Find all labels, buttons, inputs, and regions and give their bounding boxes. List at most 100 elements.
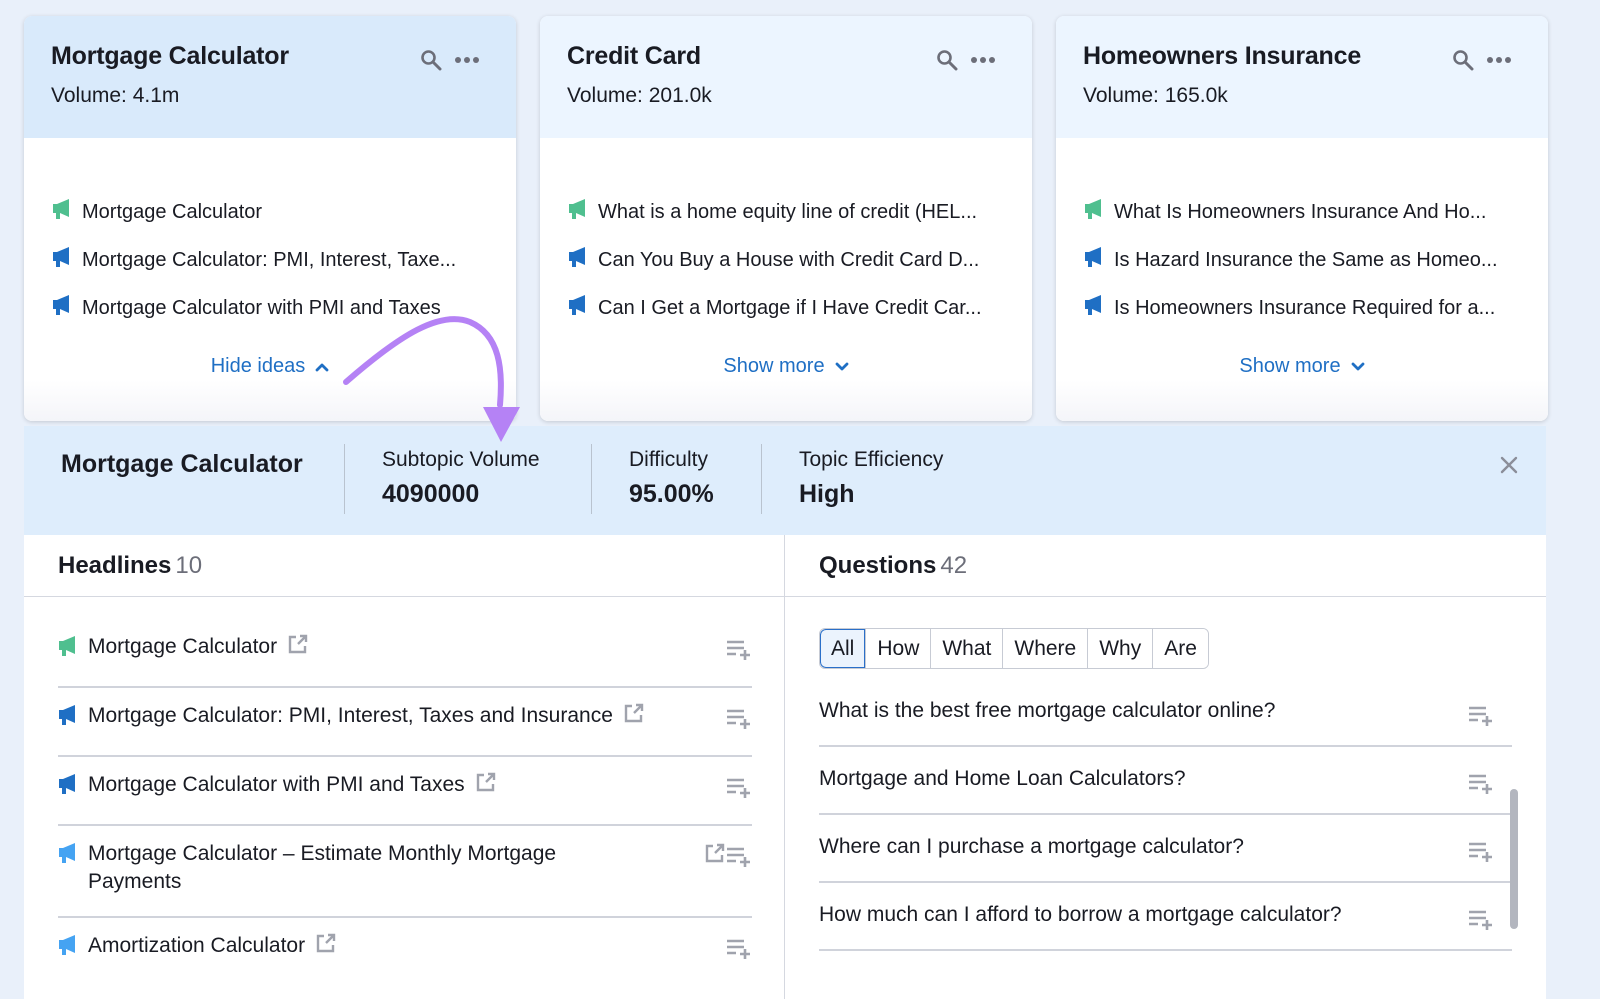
- more-options-icon[interactable]: [454, 56, 480, 64]
- question-filter-tabs: All How What Where Why Are: [819, 628, 1209, 669]
- questions-column: Questions 42 All How What Where Why Are What i…: [785, 535, 1546, 999]
- add-to-list-icon[interactable]: [1468, 909, 1494, 937]
- megaphone-blue-icon: [568, 246, 588, 274]
- card-volume: Volume: 165.0k: [1083, 84, 1228, 107]
- megaphone-blue-icon: [1084, 294, 1104, 322]
- metric-label: Topic Efficiency: [799, 448, 944, 471]
- add-to-list-icon[interactable]: [726, 938, 752, 968]
- headline-text: Amortization Calculator: [88, 934, 306, 957]
- card-header: Credit Card Volume: 201.0k: [540, 16, 1032, 138]
- add-to-list-icon[interactable]: [1468, 773, 1494, 801]
- idea-item[interactable]: Is Hazard Insurance the Same as Homeo...: [1084, 236, 1520, 284]
- search-icon[interactable]: [936, 49, 958, 71]
- idea-text: Is Hazard Insurance the Same as Homeo...: [1114, 248, 1498, 271]
- topic-card-homeowners-insurance[interactable]: Homeowners Insurance Volume: 165.0k What…: [1056, 16, 1548, 421]
- card-header: Homeowners Insurance Volume: 165.0k: [1056, 16, 1548, 138]
- external-link-icon[interactable]: [287, 633, 309, 663]
- filter-tab-are[interactable]: Are: [1152, 629, 1208, 668]
- headline-text: Mortgage Calculator – Estimate Monthly M…: [88, 842, 557, 893]
- add-to-list-icon[interactable]: [726, 777, 752, 807]
- question-text: Mortgage and Home Loan Calculators?: [819, 767, 1186, 790]
- megaphone-blue-icon: [52, 246, 72, 274]
- close-icon[interactable]: [1500, 456, 1518, 479]
- question-item: How much can I afford to borrow a mortga…: [819, 883, 1512, 951]
- show-more-button[interactable]: Show more: [1056, 339, 1548, 421]
- metric-label: Subtopic Volume: [382, 448, 540, 471]
- add-to-list-icon[interactable]: [726, 639, 752, 669]
- add-to-list-icon[interactable]: [726, 708, 752, 738]
- megaphone-green-icon: [568, 198, 588, 226]
- chevron-down-icon: [825, 355, 849, 378]
- headline-item: Mortgage Calculator: PMI, Interest, Taxe…: [58, 688, 752, 757]
- toggle-label[interactable]: Show more: [723, 355, 824, 378]
- filter-tab-how[interactable]: How: [865, 629, 931, 668]
- external-link-icon[interactable]: [623, 702, 645, 732]
- add-to-list-icon[interactable]: [1468, 705, 1494, 733]
- external-link-icon[interactable]: [475, 771, 497, 801]
- topic-card-credit-card[interactable]: Credit Card Volume: 201.0k What is a hom…: [540, 16, 1032, 421]
- megaphone-blue-icon: [52, 294, 72, 322]
- headline-text: Mortgage Calculator: PMI, Interest, Taxe…: [88, 704, 613, 727]
- card-ideas: What Is Homeowners Insurance And Ho... Is…: [1056, 138, 1548, 332]
- headlines-title: Headlines: [58, 552, 172, 579]
- megaphone-blue-icon: [568, 294, 588, 322]
- show-more-button[interactable]: Show more: [540, 339, 1032, 421]
- idea-text: What is a home equity line of credit (HE…: [598, 200, 978, 223]
- headlines-column: Headlines 10 Mortgage Calculator Mortgage …: [24, 535, 785, 999]
- idea-text: What Is Homeowners Insurance And Ho...: [1114, 200, 1487, 223]
- more-options-icon[interactable]: [970, 56, 996, 64]
- toggle-label[interactable]: Show more: [1239, 355, 1340, 378]
- question-item: Mortgage and Home Loan Calculators?: [819, 747, 1512, 815]
- headline-text: Mortgage Calculator: [88, 635, 278, 658]
- headline-item: Amortization Calculator: [58, 918, 752, 987]
- topic-card-mortgage-calculator[interactable]: Mortgage Calculator Volume: 4.1m Mortgag…: [24, 16, 516, 421]
- external-link-icon[interactable]: [315, 932, 337, 962]
- metric-value: High: [799, 480, 855, 508]
- metric-label: Difficulty: [629, 448, 708, 471]
- idea-text: Is Homeowners Insurance Required for a..…: [1114, 296, 1496, 319]
- megaphone-light-blue-icon: [58, 842, 78, 872]
- headlines-list: Mortgage Calculator Mortgage Calculator: …: [24, 619, 784, 987]
- chevron-up-icon: [305, 355, 329, 378]
- search-icon[interactable]: [420, 49, 442, 71]
- idea-text: Can You Buy a House with Credit Card D..…: [598, 248, 980, 271]
- metric-topic-efficiency: Topic Efficiency High: [762, 426, 980, 509]
- add-to-list-icon[interactable]: [726, 846, 752, 876]
- metric-subtopic-volume: Subtopic Volume 4090000: [345, 426, 591, 509]
- megaphone-green-icon: [58, 635, 78, 665]
- hide-ideas-button[interactable]: Hide ideas: [24, 339, 516, 421]
- filter-tab-where[interactable]: Where: [1002, 629, 1088, 668]
- idea-item[interactable]: What Is Homeowners Insurance And Ho...: [1084, 188, 1520, 236]
- card-header: Mortgage Calculator Volume: 4.1m: [24, 16, 516, 138]
- idea-item[interactable]: Mortgage Calculator with PMI and Taxes: [52, 284, 488, 332]
- question-text: What is the best free mortgage calculato…: [819, 699, 1276, 722]
- questions-count: 42: [940, 552, 968, 579]
- topic-detail-panel: Mortgage Calculator Subtopic Volume 4090…: [24, 426, 1546, 999]
- megaphone-green-icon: [1084, 198, 1104, 226]
- filter-tab-why[interactable]: Why: [1087, 629, 1153, 668]
- toggle-label[interactable]: Hide ideas: [211, 355, 306, 378]
- headline-item: Mortgage Calculator with PMI and Taxes: [58, 757, 752, 826]
- idea-item[interactable]: Can I Get a Mortgage if I Have Credit Ca…: [568, 284, 1004, 332]
- card-volume: Volume: 4.1m: [51, 84, 180, 107]
- question-text: How much can I afford to borrow a mortga…: [819, 903, 1342, 926]
- questions-list: What is the best free mortgage calculato…: [819, 679, 1512, 951]
- megaphone-blue-icon: [58, 704, 78, 734]
- idea-item[interactable]: What is a home equity line of credit (HE…: [568, 188, 1004, 236]
- filter-tab-what[interactable]: What: [930, 629, 1003, 668]
- more-options-icon[interactable]: [1486, 56, 1512, 64]
- idea-item[interactable]: Mortgage Calculator: [52, 188, 488, 236]
- search-icon[interactable]: [1452, 49, 1474, 71]
- idea-item[interactable]: Mortgage Calculator: PMI, Interest, Taxe…: [52, 236, 488, 284]
- idea-item[interactable]: Is Homeowners Insurance Required for a..…: [1084, 284, 1520, 332]
- add-to-list-icon[interactable]: [1468, 841, 1494, 869]
- idea-text: Can I Get a Mortgage if I Have Credit Ca…: [598, 296, 982, 319]
- filter-tab-all[interactable]: All: [820, 629, 866, 668]
- idea-item[interactable]: Can You Buy a House with Credit Card D..…: [568, 236, 1004, 284]
- question-text: Where can I purchase a mortgage calculat…: [819, 835, 1244, 858]
- headline-item: Mortgage Calculator – Estimate Monthly M…: [58, 826, 752, 918]
- questions-scrollbar[interactable]: [1510, 789, 1518, 929]
- megaphone-green-icon: [52, 198, 72, 226]
- external-link-icon[interactable]: [704, 842, 726, 872]
- idea-text: Mortgage Calculator: PMI, Interest, Taxe…: [82, 248, 457, 271]
